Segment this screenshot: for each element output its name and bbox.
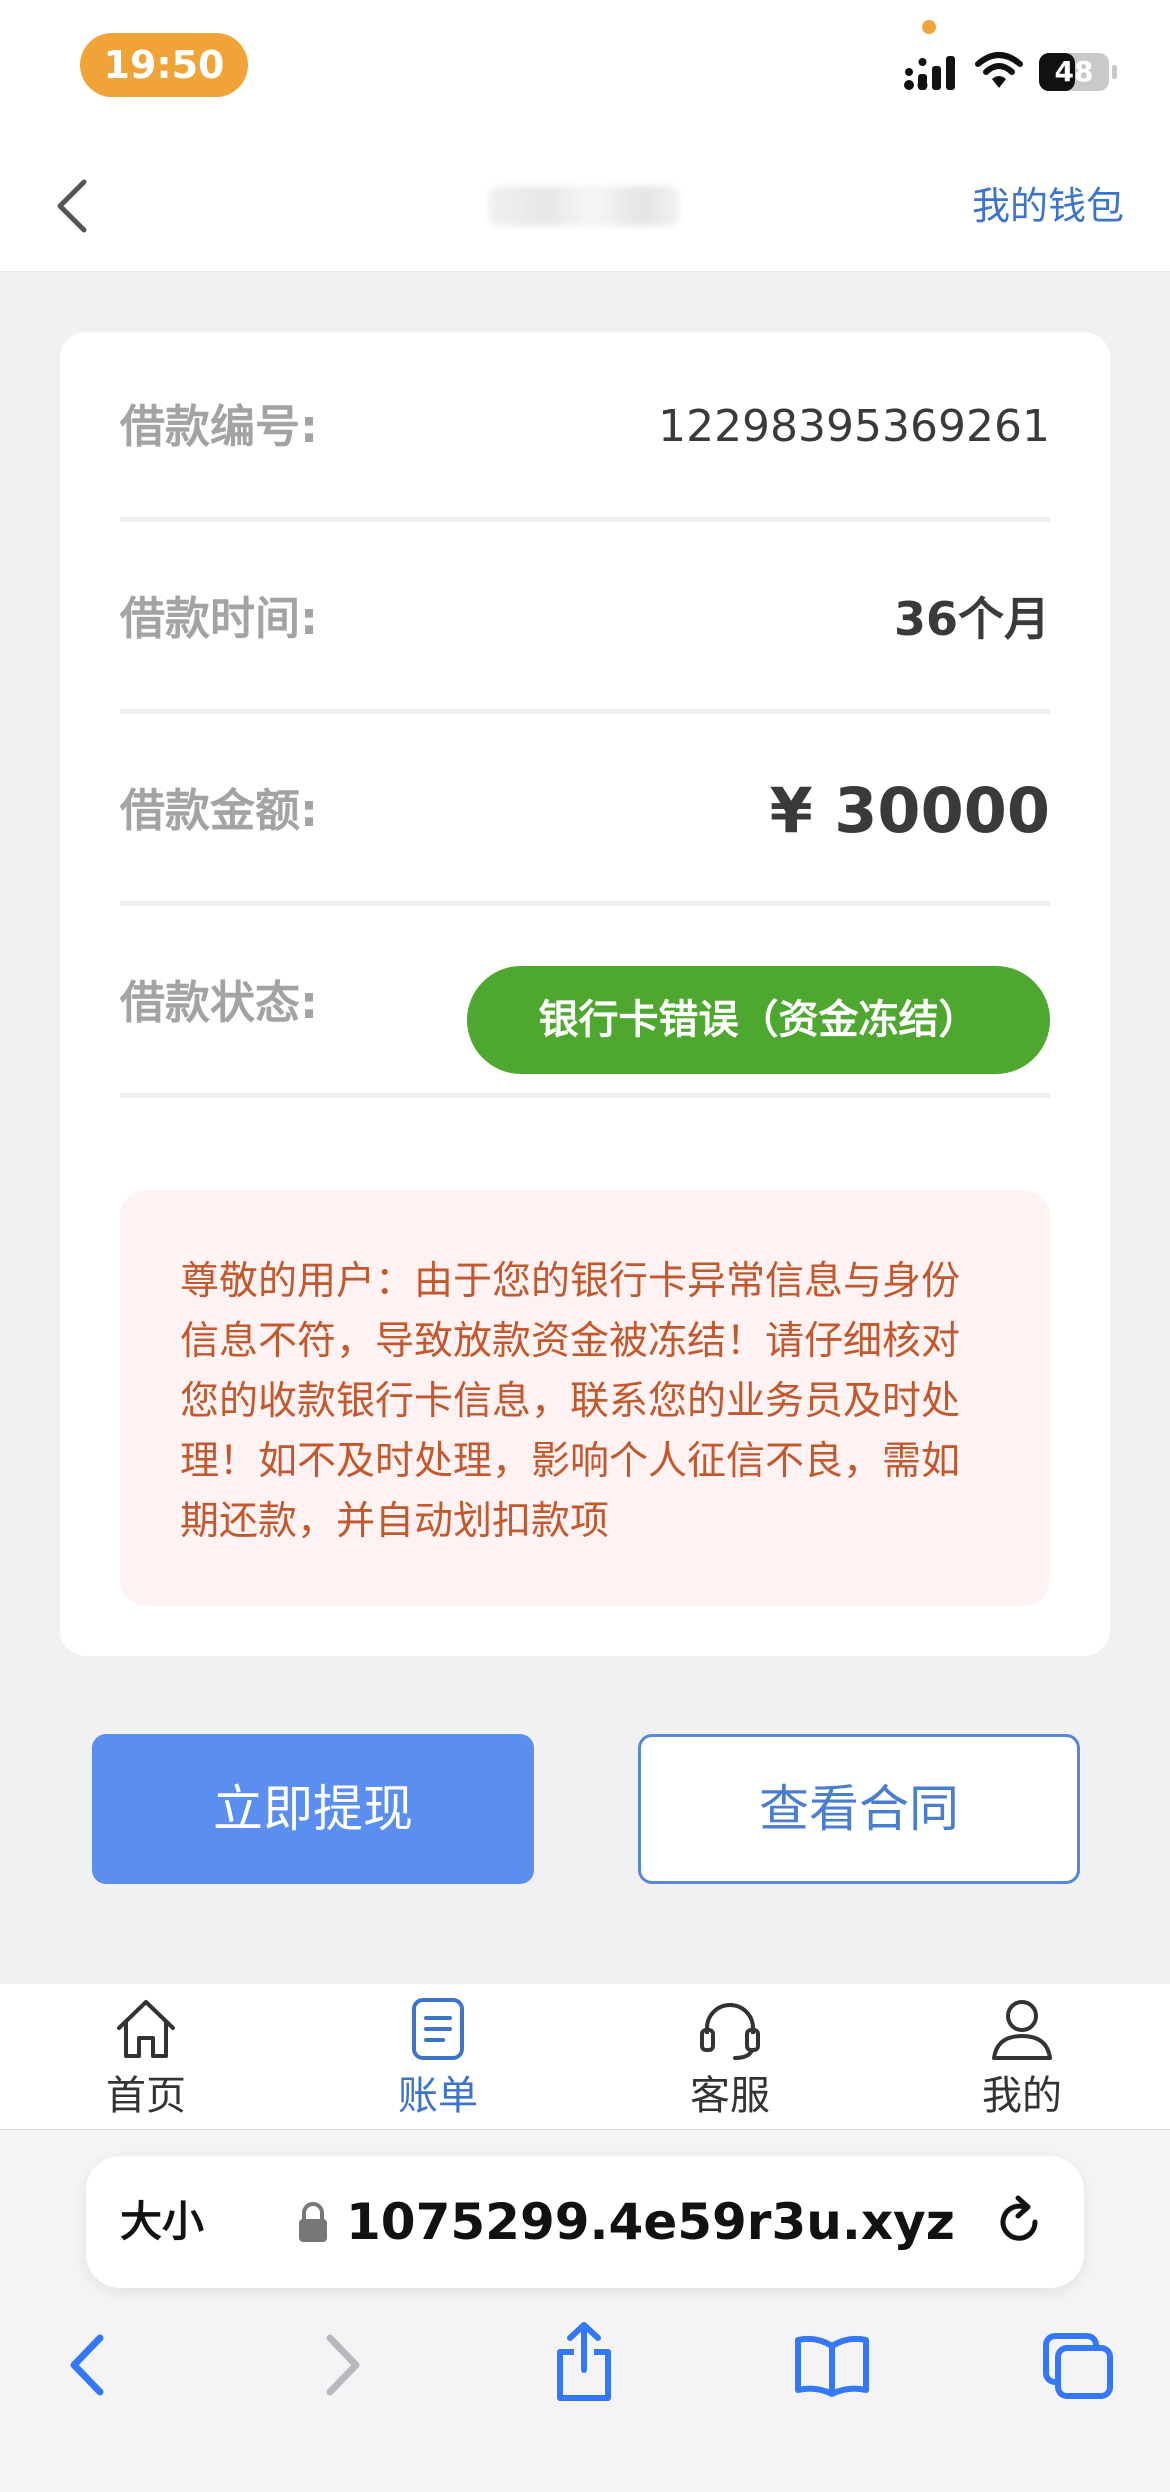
battery-percent: 48	[1054, 55, 1094, 88]
nav-bar: 我的钱包	[0, 140, 1170, 272]
reload-icon[interactable]	[990, 2192, 1050, 2252]
tab-mine-label: 我的	[982, 2073, 1062, 2119]
status-bar: 19:50 48	[0, 0, 1170, 140]
tab-home-label: 首页	[106, 2073, 186, 2119]
loan-amount-label: 借款金额:	[120, 784, 318, 837]
loan-term-label: 借款时间:	[120, 592, 318, 645]
page-title-blurred	[488, 186, 680, 226]
battery-level: 48	[1038, 52, 1110, 92]
tab-bill-label: 账单	[398, 2073, 478, 2119]
back-button[interactable]	[40, 170, 110, 242]
loan-status-row: 借款状态: 银行卡错误（资金冻结）	[120, 908, 1050, 1098]
status-time: 19:50	[80, 33, 248, 97]
loan-status-badge: 银行卡错误（资金冻结）	[467, 966, 1050, 1074]
browser-back-icon[interactable]	[58, 2330, 118, 2400]
loan-amount-row: 借款金额: ¥ 30000	[120, 716, 1050, 906]
tabs-icon[interactable]	[1040, 2330, 1116, 2402]
loan-term-value: 36个月	[893, 592, 1050, 646]
browser-toolbar: 大小 1075299.4e59r3u.xyz	[0, 2130, 1170, 2492]
url-text[interactable]: 1075299.4e59r3u.xyz	[346, 2156, 955, 2288]
loan-number-label: 借款编号:	[120, 400, 318, 453]
privacy-indicator-dot	[922, 20, 936, 34]
frozen-funds-notice: 尊敬的用户：由于您的银行卡异常信息与身份信息不符，导致放款资金被冻结！请仔细核对…	[120, 1190, 1050, 1606]
lock-icon	[299, 2202, 327, 2242]
my-wallet-link[interactable]: 我的钱包	[972, 180, 1124, 232]
wifi-icon	[975, 52, 1023, 88]
tab-home[interactable]: 首页	[0, 1984, 292, 2130]
headset-icon	[700, 2003, 760, 2060]
loan-number-row: 借款编号: 12298395369261	[120, 332, 1050, 522]
address-bar[interactable]: 大小 1075299.4e59r3u.xyz	[86, 2156, 1084, 2288]
tab-service-label: 客服	[690, 2073, 770, 2119]
tab-service[interactable]: 客服	[584, 1984, 876, 2130]
home-icon	[117, 2000, 175, 2058]
loan-term-row: 借款时间: 36个月	[120, 524, 1050, 714]
tab-mine[interactable]: 我的	[876, 1984, 1168, 2130]
view-contract-button[interactable]: 查看合同	[638, 1734, 1080, 1884]
withdraw-now-button[interactable]: 立即提现	[92, 1734, 534, 1884]
loan-number-value: 12298395369261	[658, 401, 1050, 452]
bill-icon	[412, 1998, 464, 2060]
tab-bill[interactable]: 账单	[292, 1984, 584, 2130]
loan-detail-card: 借款编号: 12298395369261 借款时间: 36个月 借款金额: ¥ …	[60, 332, 1110, 1656]
user-icon	[992, 2000, 1052, 2060]
loan-status-label: 借款状态:	[120, 976, 318, 1029]
page: 19:50 48 我的钱包 借款编号: 12298395369261 借款时间:…	[0, 0, 1170, 2492]
loan-amount-value: ¥ 30000	[769, 774, 1050, 847]
cellular-signal-icon	[904, 56, 955, 90]
browser-forward-icon[interactable]	[312, 2330, 372, 2400]
bookmarks-icon[interactable]	[792, 2330, 872, 2400]
share-icon[interactable]	[550, 2320, 618, 2402]
tab-bar: 首页 账单 客服 我的	[0, 1984, 1170, 2130]
text-size-button[interactable]: 大小	[120, 2156, 204, 2288]
